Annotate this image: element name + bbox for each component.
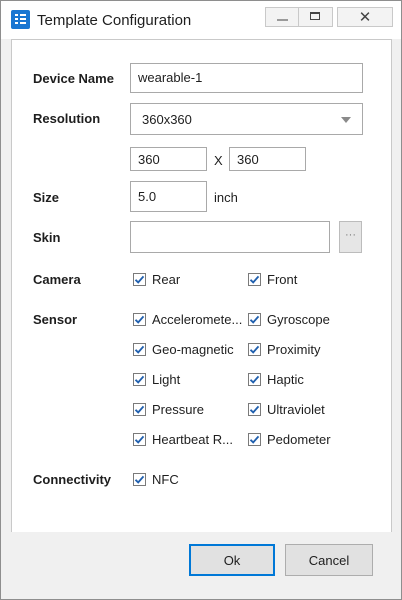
resolution-separator: X [214, 153, 223, 168]
dialog-footer: Ok Cancel [2, 532, 400, 598]
sensor-label: Sensor [33, 312, 78, 327]
ok-button[interactable]: Ok [189, 544, 275, 576]
checkbox-box[interactable] [133, 473, 146, 486]
checkbox-label: Rear [152, 272, 181, 287]
connectivity-label: Connectivity [33, 472, 112, 487]
checkbox-label: Heartbeat R... [152, 432, 233, 447]
window-title: Template Configuration [37, 12, 192, 29]
checkbox-label: Light [152, 372, 181, 387]
checkbox-label: Haptic [267, 372, 304, 387]
checkbox-label: Pedometer [267, 432, 331, 447]
checkbox-label: Proximity [267, 342, 321, 357]
checkmark-icon [249, 345, 260, 354]
checkmark-icon [134, 315, 145, 324]
camera-label: Camera [33, 272, 81, 287]
template-configuration-window: Template Configuration ✕ Device Name wea… [0, 0, 402, 600]
resolution-height-field[interactable]: 360 [229, 147, 306, 171]
checkmark-icon [249, 315, 260, 324]
checkbox-box[interactable] [248, 433, 261, 446]
size-label: Size [33, 190, 60, 205]
checkmark-icon [134, 405, 145, 414]
checkmark-icon [249, 375, 260, 384]
checkbox-box[interactable] [133, 343, 146, 356]
checkbox-box[interactable] [248, 313, 261, 326]
skin-path-field[interactable] [130, 221, 330, 253]
size-field[interactable]: 5.0 [130, 181, 207, 212]
checkmark-icon [134, 435, 145, 444]
close-button[interactable]: ✕ [337, 7, 393, 27]
minimize-icon [277, 19, 288, 21]
device-name-label: Device Name [33, 71, 114, 86]
checkmark-icon [249, 275, 260, 284]
resolution-select[interactable]: 360x360 [130, 103, 363, 135]
size-unit: inch [214, 190, 238, 205]
minimize-button[interactable] [265, 7, 299, 27]
close-icon: ✕ [358, 8, 372, 26]
checkbox-box[interactable] [133, 313, 146, 326]
checkbox-label: Front [267, 272, 298, 287]
checkbox-label: Geo-magnetic [152, 342, 234, 357]
checkbox-label: Pressure [152, 402, 205, 417]
checkbox-box[interactable] [133, 273, 146, 286]
checkmark-icon [134, 345, 145, 354]
checkmark-icon [134, 275, 145, 284]
maximize-icon [310, 12, 320, 20]
checkmark-icon [249, 435, 260, 444]
checkbox-box[interactable] [248, 273, 261, 286]
form-panel: Device Name wearable-1 Resolution 360x36… [11, 39, 392, 533]
cancel-button[interactable]: Cancel [285, 544, 373, 576]
title-bar[interactable]: Template Configuration ✕ [1, 1, 401, 39]
resolution-width-field[interactable]: 360 [130, 147, 207, 171]
checkbox-box[interactable] [248, 343, 261, 356]
skin-label: Skin [33, 230, 61, 245]
checkbox-box[interactable] [133, 433, 146, 446]
checkbox-label: NFC [152, 472, 179, 487]
skin-browse-button[interactable]: ··· [339, 221, 362, 253]
checkmark-icon [134, 375, 145, 384]
checkbox-label: Acceleromete... [152, 312, 243, 327]
chevron-down-icon [341, 117, 351, 123]
device-name-field[interactable]: wearable-1 [130, 63, 363, 93]
checkbox-box[interactable] [133, 373, 146, 386]
checkbox-label: Ultraviolet [267, 402, 325, 417]
resolution-label: Resolution [33, 111, 101, 126]
checkbox-box[interactable] [133, 403, 146, 416]
checkmark-icon [134, 475, 145, 484]
checkbox-box[interactable] [248, 403, 261, 416]
checkbox-label: Gyroscope [267, 312, 330, 327]
maximize-button[interactable] [299, 7, 333, 27]
resolution-selected-value: 360x360 [142, 112, 192, 127]
checkbox-box[interactable] [248, 373, 261, 386]
list-icon [11, 10, 30, 29]
checkmark-icon [249, 405, 260, 414]
